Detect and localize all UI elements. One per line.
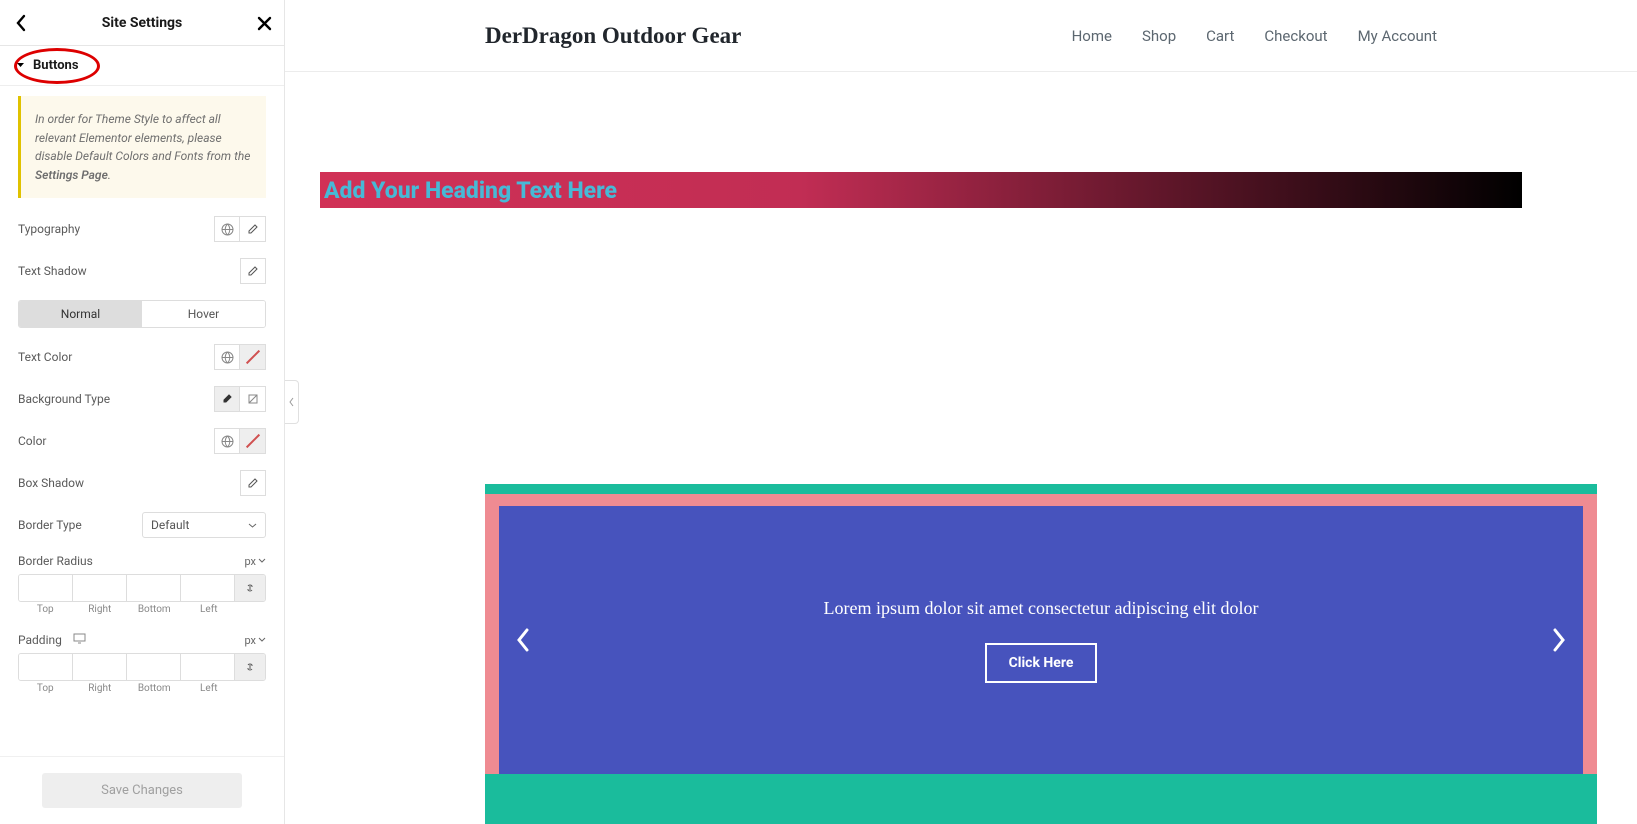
- nav-checkout[interactable]: Checkout: [1264, 27, 1327, 45]
- nav-my-account[interactable]: My Account: [1358, 27, 1437, 45]
- globe-icon[interactable]: [214, 344, 240, 370]
- site-title: DerDragon Outdoor Gear: [485, 23, 741, 49]
- close-button[interactable]: [244, 0, 284, 46]
- border-radius-unit[interactable]: px: [244, 555, 266, 568]
- heading-text: Add Your Heading Text Here: [324, 177, 617, 204]
- box-shadow-label: Box Shadow: [18, 476, 84, 490]
- padding-top[interactable]: [19, 654, 73, 680]
- padding-bottom[interactable]: [127, 654, 181, 680]
- color-picker-icon[interactable]: [240, 428, 266, 454]
- nav-shop[interactable]: Shop: [1142, 27, 1176, 45]
- site-header: DerDragon Outdoor Gear Home Shop Cart Ch…: [285, 0, 1637, 72]
- border-radius-right[interactable]: [73, 575, 127, 601]
- globe-icon[interactable]: [214, 216, 240, 242]
- link-values-icon[interactable]: [235, 575, 265, 601]
- prev-arrow-icon[interactable]: [515, 627, 531, 653]
- padding-right[interactable]: [73, 654, 127, 680]
- next-arrow-icon[interactable]: [1551, 627, 1567, 653]
- text-color-label: Text Color: [18, 350, 72, 364]
- edit-icon[interactable]: [240, 470, 266, 496]
- tab-normal[interactable]: Normal: [19, 301, 142, 327]
- border-radius-bottom[interactable]: [127, 575, 181, 601]
- section-label: Buttons: [33, 58, 79, 73]
- save-changes-button[interactable]: Save Changes: [42, 773, 242, 808]
- border-radius-label: Border Radius: [18, 554, 93, 568]
- link-values-icon[interactable]: [235, 654, 265, 680]
- border-type-label: Border Type: [18, 518, 82, 532]
- bg-classic-icon[interactable]: [214, 386, 240, 412]
- background-type-label: Background Type: [18, 392, 110, 406]
- text-shadow-label: Text Shadow: [18, 264, 87, 278]
- padding-label: Padding: [18, 633, 86, 647]
- back-button[interactable]: [0, 0, 40, 46]
- heading-widget[interactable]: Add Your Heading Text Here: [320, 172, 1522, 208]
- padding-left[interactable]: [181, 654, 235, 680]
- nav-cart[interactable]: Cart: [1206, 27, 1234, 45]
- globe-icon[interactable]: [214, 428, 240, 454]
- inner-section: Lorem ipsum dolor sit amet consectetur a…: [485, 494, 1597, 774]
- section-block: Lorem ipsum dolor sit amet consectetur a…: [485, 484, 1597, 824]
- color-label: Color: [18, 434, 46, 448]
- border-radius-top[interactable]: [19, 575, 73, 601]
- typography-label: Typography: [18, 222, 80, 236]
- slide-text: Lorem ipsum dolor sit amet consectetur a…: [824, 598, 1259, 619]
- main-nav: Home Shop Cart Checkout My Account: [1072, 27, 1437, 45]
- caret-down-icon: [16, 61, 25, 70]
- panel-header: Site Settings: [0, 0, 284, 46]
- color-picker-icon[interactable]: [240, 344, 266, 370]
- theme-style-notice: In order for Theme Style to affect all r…: [18, 96, 266, 198]
- panel-title: Site Settings: [102, 15, 183, 31]
- state-tabs: Normal Hover: [18, 300, 266, 328]
- tab-hover[interactable]: Hover: [142, 301, 265, 327]
- bg-gradient-icon[interactable]: [240, 386, 266, 412]
- edit-icon[interactable]: [240, 216, 266, 242]
- preview-area: DerDragon Outdoor Gear Home Shop Cart Ch…: [285, 0, 1637, 824]
- border-type-select[interactable]: Default: [142, 512, 266, 538]
- border-radius-left[interactable]: [181, 575, 235, 601]
- nav-home[interactable]: Home: [1072, 27, 1112, 45]
- slide: Lorem ipsum dolor sit amet consectetur a…: [499, 506, 1583, 774]
- panel-collapse-handle[interactable]: [285, 380, 299, 424]
- edit-icon[interactable]: [240, 258, 266, 284]
- buttons-section-header[interactable]: Buttons: [0, 46, 284, 86]
- padding-unit[interactable]: px: [244, 634, 266, 647]
- cta-button[interactable]: Click Here: [985, 643, 1098, 683]
- desktop-icon[interactable]: [70, 633, 86, 647]
- settings-page-link[interactable]: Settings Page: [35, 168, 108, 182]
